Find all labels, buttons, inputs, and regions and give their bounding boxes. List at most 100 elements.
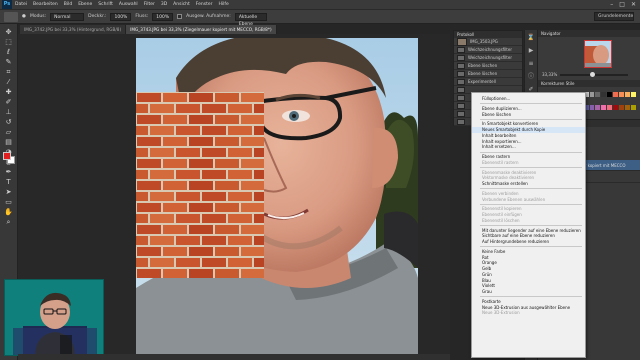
menu-separator (480, 203, 582, 205)
brick-wall-layer[interactable] (98, 92, 317, 278)
context-menu-item: Ebenenstil rastern (482, 159, 519, 165)
sample-label: Ausgew. Aufnahme: (186, 14, 231, 19)
history-item[interactable]: Ebene löschen (454, 62, 522, 70)
maximize-button[interactable]: □ (619, 1, 625, 8)
menu-hilfe[interactable]: Hilfe (219, 2, 229, 7)
type-tool-icon[interactable]: T (3, 178, 15, 187)
foreground-color-swatch[interactable] (3, 152, 11, 160)
menu-bild[interactable]: Bild (64, 2, 72, 7)
navigator-zoom-slider[interactable] (560, 72, 628, 77)
minimize-button[interactable]: – (610, 1, 613, 8)
color-swatch[interactable] (607, 104, 613, 110)
context-menu-item[interactable]: Ebene löschen (472, 112, 585, 118)
gradient-tool-icon[interactable]: ▤ (3, 138, 15, 147)
menu-fenster[interactable]: Fenster (196, 2, 213, 7)
history-icon[interactable]: ⌛ (527, 34, 535, 42)
navigator-zoom[interactable]: 33,33% (542, 72, 557, 77)
aligned-checkbox[interactable] (177, 14, 183, 19)
color-swatch[interactable] (619, 104, 625, 110)
menu-separator (480, 246, 582, 248)
lasso-tool-icon[interactable]: ℓ (3, 48, 15, 57)
info-icon[interactable]: ⓘ (527, 73, 535, 81)
history-state-icon (457, 110, 465, 117)
color-swatch[interactable] (595, 92, 601, 97)
menu-ansicht[interactable]: Ansicht (173, 2, 190, 7)
healing-tool-icon[interactable]: ✚ (3, 88, 15, 97)
color-swatch[interactable] (613, 92, 619, 97)
workspace-select[interactable]: Grundelemente (594, 12, 634, 21)
color-swatch[interactable] (601, 104, 607, 110)
path-select-icon[interactable]: ➤ (3, 188, 15, 197)
history-item[interactable]: IMG_3503.JPG (454, 37, 522, 46)
close-button[interactable]: ✕ (631, 1, 636, 8)
menu-3d[interactable]: 3D (161, 2, 167, 7)
color-swatch[interactable] (625, 104, 631, 110)
tool-preset-picker[interactable] (4, 11, 18, 22)
crop-tool-icon[interactable]: ⌗ (3, 68, 15, 77)
marquee-tool-icon[interactable]: ⬚ (3, 38, 15, 47)
history-state-icon (457, 37, 467, 46)
history-item-label: Experimentell (468, 79, 496, 84)
color-swatch[interactable] (613, 104, 619, 110)
tab-img-3742[interactable]: IMG_3742.JPG bei 33,3% (Hintergrund, RGB… (20, 25, 127, 34)
color-swatch[interactable] (619, 92, 625, 97)
color-swatch[interactable] (589, 92, 595, 97)
color-swatch[interactable] (607, 92, 613, 97)
hand-tool-icon[interactable]: ✋ (3, 208, 15, 217)
history-item[interactable]: Weichzeichnungsfilter (454, 46, 522, 54)
history-item[interactable]: Experimentell (454, 78, 522, 86)
eraser-tool-icon[interactable]: ▱ (3, 128, 15, 137)
context-menu-item[interactable]: Schnittmaske erstellen (472, 181, 585, 187)
color-swatch[interactable] (631, 92, 636, 97)
window-controls: – □ ✕ (610, 1, 636, 8)
brush-size[interactable]: ● (22, 14, 26, 19)
modus-select[interactable]: Normal (50, 12, 85, 21)
history-state-icon (457, 54, 465, 61)
history-state-icon (457, 70, 465, 77)
menu-auswahl[interactable]: Auswahl (119, 2, 138, 7)
zoom-slider-handle[interactable] (590, 72, 595, 77)
menu-schrift[interactable]: Schrift (98, 2, 113, 7)
photoshop-logo: Ps (2, 0, 12, 9)
corrections-tab[interactable]: Korrekturen Stile (538, 80, 640, 87)
context-menu-item[interactable]: Inhalt ersetzen... (472, 144, 585, 150)
fluss-field[interactable]: 100% (152, 12, 174, 21)
context-menu-item[interactable]: Grau (472, 289, 585, 295)
quick-select-tool-icon[interactable]: ✎ (3, 58, 15, 67)
stamp-tool-icon[interactable]: ⊥ (3, 108, 15, 117)
color-swatch[interactable] (625, 92, 631, 97)
history-item[interactable]: Ebene löschen (454, 70, 522, 78)
sample-select[interactable]: Aktuelle Ebene (234, 12, 267, 27)
history-state-icon (457, 46, 465, 53)
move-tool-icon[interactable]: ✥ (3, 28, 15, 37)
zoom-tool-icon[interactable]: ⌕ (3, 218, 15, 227)
webcam-person (5, 280, 103, 355)
menu-datei[interactable]: Datei (15, 2, 27, 7)
navigator-thumbnail[interactable] (584, 40, 612, 68)
eyedropper-tool-icon[interactable]: ⁄ (3, 78, 15, 87)
document-tabs: IMG_3742.JPG bei 33,3% (Hintergrund, RGB… (20, 25, 277, 34)
history-item[interactable]: Weichzeichnungsfilter (454, 54, 522, 62)
tab-img-3743[interactable]: IMG_3743.JPG bei 33,3% (Ziegelmauer kopi… (126, 25, 277, 34)
actions-icon[interactable]: ▶ (527, 47, 535, 55)
context-menu-item[interactable]: Fülloptionen... (472, 96, 585, 102)
color-swatch[interactable] (595, 104, 601, 110)
menu-ebene[interactable]: Ebene (78, 2, 92, 7)
menu-filter[interactable]: Filter (144, 2, 155, 7)
history-state-icon (457, 78, 465, 85)
brush-tool-icon[interactable]: ✐ (3, 98, 15, 107)
deckkraft-field[interactable]: 100% (110, 12, 132, 21)
color-swatch[interactable] (589, 104, 595, 110)
menu-separator (480, 151, 582, 153)
shape-tool-icon[interactable]: ▭ (3, 198, 15, 207)
properties-icon[interactable]: ≡ (527, 60, 535, 68)
menu-bearbeiten[interactable]: Bearbeiten (33, 2, 58, 7)
pen-tool-icon[interactable]: ✒ (3, 168, 15, 177)
navigator-tab[interactable]: Navigator (538, 30, 640, 37)
history-item-label: Ebene löschen (468, 71, 498, 76)
context-menu-item[interactable]: Auf Hintergrundebene reduzieren (472, 239, 585, 245)
menu-separator (480, 225, 582, 226)
color-swatch[interactable] (631, 104, 636, 110)
history-brush-icon[interactable]: ↺ (3, 118, 15, 127)
color-swatch[interactable] (601, 92, 607, 97)
